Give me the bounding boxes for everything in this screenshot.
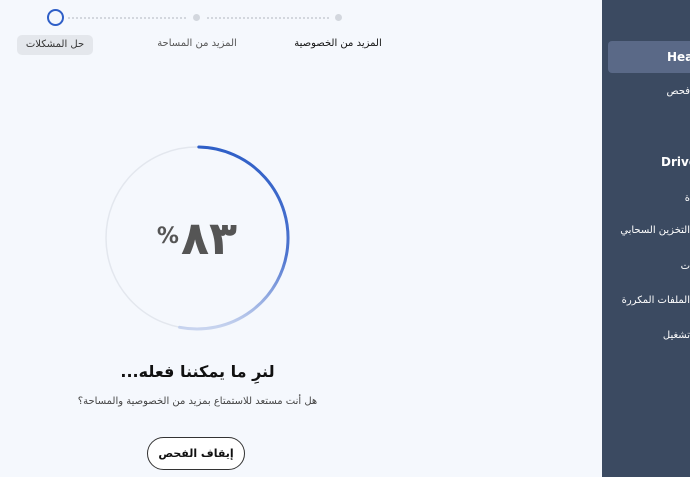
percent-value: ٨٣: [180, 211, 238, 265]
sidebar: Heal فحص Drive ة التخزين السحابي ت الملف…: [602, 0, 690, 477]
step-troubleshoot[interactable]: حل المشكلات: [17, 35, 93, 55]
sidebar-item-drive[interactable]: Drive: [661, 146, 690, 178]
stepper: حل المشكلات المزيد من المساحة المزيد من …: [0, 0, 602, 70]
step-connector: [207, 17, 329, 19]
stop-scan-button[interactable]: إيقاف الفحص: [147, 437, 245, 470]
sidebar-item-health[interactable]: Heal: [608, 41, 690, 73]
step-more-privacy[interactable]: المزيد من الخصوصية: [290, 38, 386, 49]
step-active-indicator: [47, 9, 64, 26]
main-panel: حل المشكلات المزيد من المساحة المزيد من …: [0, 0, 602, 477]
scan-subline: هل أنت مستعد للاستمتاع بمزيد من الخصوصية…: [77, 396, 318, 407]
sidebar-item-5[interactable]: ت: [681, 251, 690, 283]
step-connector: [68, 17, 186, 19]
step-dot: [193, 14, 200, 21]
step-dot: [335, 14, 342, 21]
step-more-space[interactable]: المزيد من المساحة: [150, 38, 244, 49]
sidebar-item-startup[interactable]: تشغيل: [663, 320, 690, 352]
scan-progress-ring: % ٨٣: [102, 143, 292, 333]
sidebar-item-cloud-storage[interactable]: التخزين السحابي: [620, 215, 690, 247]
sidebar-item-duplicate-files[interactable]: الملفات المكررة: [622, 285, 690, 317]
scan-headline: لنرِ ما يمكننا فعله...: [120, 362, 275, 381]
percent-sign: %: [156, 223, 179, 249]
sidebar-item-scan[interactable]: فحص: [667, 76, 690, 108]
percent-readout: % ٨٣: [102, 143, 292, 333]
sidebar-item-3[interactable]: ة: [685, 183, 690, 215]
